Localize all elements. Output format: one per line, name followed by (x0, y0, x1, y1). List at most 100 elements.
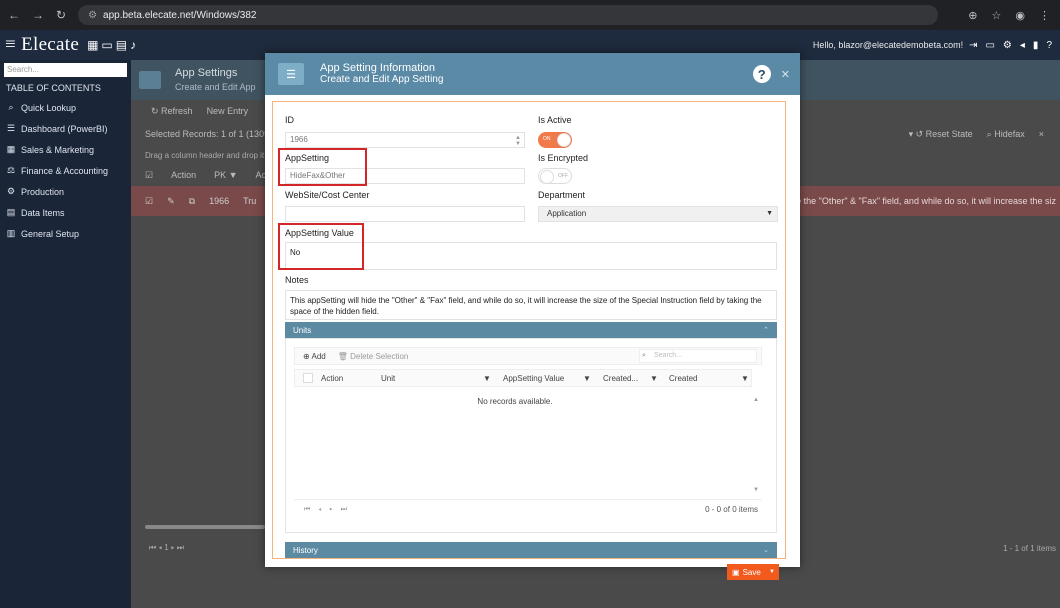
row-checkbox[interactable]: ☑ (145, 196, 153, 207)
edit-icon[interactable]: ✎ (167, 196, 175, 207)
sidebar-item-finance[interactable]: ⚖ Finance & Accounting (0, 160, 131, 181)
back-icon[interactable]: ← (8, 8, 20, 22)
settings-icon[interactable]: ⚙ (1003, 40, 1012, 51)
cogs-icon: ⚙ (6, 186, 16, 196)
scale-icon: ⚖ (6, 165, 16, 175)
add-button[interactable]: ⊕ Add (295, 352, 326, 361)
bookmark-icon[interactable]: ▮ (1033, 40, 1039, 51)
pager-count: 0 - 0 of 0 items (705, 505, 758, 514)
announce-icon[interactable]: ◂ (1020, 40, 1025, 51)
bookmark-star-icon[interactable]: ☆ (992, 9, 1002, 22)
history-section-header[interactable]: History ⌄ (285, 542, 777, 558)
sidebar-item-sales[interactable]: ▦ Sales & Marketing (0, 139, 131, 160)
forward-icon[interactable]: → (32, 8, 44, 22)
grid-icon: ▤ (6, 207, 16, 217)
save-dropdown-icon[interactable]: ▼ (769, 569, 779, 575)
search-icon: ⌕ (8, 102, 14, 112)
pager-controls[interactable]: ⏮ ◂ 1 ▸ ⏭ (149, 543, 184, 553)
scroll-down-icon[interactable]: ▼ (753, 487, 759, 493)
filter-icon[interactable]: ▼ (483, 374, 491, 383)
browser-nav: ← → ↻ (0, 8, 66, 22)
modal-subtitle: Create and Edit App Setting (320, 74, 444, 85)
sidebar-item-dashboard[interactable]: ☰ Dashboard (PowerBI) (0, 118, 131, 139)
logout-icon[interactable]: ⇥ (969, 40, 977, 51)
id-field[interactable]: 1966 (285, 132, 525, 148)
modal-form: ID 1966 ▲ ▼ Is Active ON AppSetting HideF… (272, 101, 786, 559)
notes-field[interactable]: This appSetting will hide the "Other" & … (285, 290, 777, 320)
app-setting-modal: ☰ App Setting Information Create and Edi… (265, 53, 800, 580)
id-stepper[interactable]: ▲ ▼ (515, 135, 521, 147)
close-icon[interactable]: ✕ (781, 68, 790, 81)
col-pk[interactable]: PK ▼ (214, 170, 237, 180)
is-encrypted-label: Is Encrypted (538, 153, 589, 163)
pager-controls[interactable]: ⏮◂▸⏭ (294, 506, 355, 514)
page-title: App Settings (175, 67, 238, 79)
col-action[interactable]: Action (171, 170, 196, 180)
row-notes: will hide the "Other" & "Fax" field, and… (769, 196, 1056, 206)
bank-icon: ▥ (6, 228, 16, 238)
save-icon: ▣ (732, 567, 740, 577)
save-button[interactable]: ▣ Save ▼ (727, 564, 779, 580)
new-entry-button[interactable]: New Entry (207, 106, 249, 116)
sidebar: Search... TABLE OF CONTENTS ⌕ Quick Looku… (0, 60, 131, 608)
filter-icon[interactable]: ▼ (741, 374, 749, 383)
col-created-by[interactable]: Created... (603, 374, 638, 383)
col-created[interactable]: Created (669, 374, 697, 383)
scroll-up-icon[interactable]: ▲ (753, 397, 759, 403)
units-search-input[interactable]: ⌕ Search... (639, 349, 757, 363)
row-id: 1966 (209, 196, 230, 206)
reset-state-button[interactable]: ▾ ↺ Reset State (909, 129, 973, 140)
filter-icon[interactable]: ▼ (650, 374, 658, 383)
website-field[interactable] (285, 206, 525, 222)
zoom-icon[interactable]: ⊕ (968, 9, 977, 22)
vertical-scrollbar[interactable]: ▲ ▼ (753, 387, 763, 497)
clear-search-icon[interactable]: × (1039, 129, 1044, 140)
profile-icon[interactable]: ◉ (1015, 9, 1025, 22)
filter-icon[interactable]: ▼ (583, 374, 591, 383)
app-logo[interactable]: ≡ Elecate (0, 34, 79, 56)
is-encrypted-toggle[interactable]: OFF (538, 168, 572, 184)
sidebar-search-input[interactable]: Search... (4, 63, 127, 77)
sidebar-item-general-setup[interactable]: ▥ General Setup (0, 223, 131, 244)
col-action[interactable]: Action (321, 374, 343, 383)
browser-menu-icon[interactable]: ⋮ (1039, 9, 1050, 22)
chevron-down-icon: ▼ (766, 210, 773, 217)
sidebar-item-data-items[interactable]: ▤ Data Items (0, 202, 131, 223)
select-all-checkbox[interactable] (303, 373, 313, 383)
chevron-down-icon: ⌄ (763, 547, 769, 554)
col-appsetting-value[interactable]: AppSetting Value (503, 374, 564, 383)
pager-count: 1 - 1 of 1 items (1003, 543, 1056, 553)
units-grid-header: Action Unit ▼ AppSetting Value ▼ Created… (294, 369, 752, 387)
help-icon[interactable]: ? (752, 65, 771, 83)
website-label: WebSite/Cost Center (285, 190, 370, 200)
highlight-box (278, 223, 364, 270)
page-subtitle: Create and Edit App (175, 82, 256, 92)
department-select[interactable]: Application ▼ (538, 206, 778, 222)
selected-records: Selected Records: 1 of 1 (1309 (145, 129, 270, 139)
modal-title: App Setting Information (320, 62, 435, 74)
units-section-header[interactable]: Units ⌃ (285, 322, 777, 338)
id-label: ID (285, 115, 294, 125)
sidebar-item-production[interactable]: ⚙ Production (0, 181, 131, 202)
page-header-icon (139, 71, 161, 89)
help-circle-icon[interactable]: ? (1046, 40, 1052, 51)
units-pager: ⏮◂▸⏭ 0 - 0 of 0 items (294, 499, 762, 519)
url-text: app.beta.elecate.net/Windows/382 (103, 9, 257, 21)
browser-bar: ← → ↻ ⚙ app.beta.elecate.net/Windows/382… (0, 0, 1060, 30)
delete-selection-button[interactable]: 🗑 Delete Selection (326, 352, 409, 361)
horizontal-scrollbar[interactable] (145, 525, 265, 529)
sidebar-item-quick-lookup[interactable]: ⌕ Quick Lookup (0, 97, 131, 118)
header-tool-icons[interactable]: ▦▭▤♪ (87, 38, 139, 52)
is-active-toggle[interactable]: ON (538, 132, 572, 148)
copy-icon[interactable]: ⧉ (189, 196, 195, 207)
select-all-checkbox[interactable]: ☑ (145, 170, 153, 181)
site-settings-icon[interactable]: ⚙ (88, 10, 97, 21)
address-bar[interactable]: ⚙ app.beta.elecate.net/Windows/382 (78, 5, 939, 25)
chevron-up-icon: ⌃ (763, 327, 769, 334)
col-unit[interactable]: Unit (381, 374, 395, 383)
reload-icon[interactable]: ↻ (56, 8, 66, 22)
page-search-input[interactable]: ⌕ Hidefax (987, 129, 1025, 140)
header-icons: ⇥ ▭ ⚙ ◂ ▮ ? (969, 40, 1060, 51)
refresh-button[interactable]: ↻ Refresh (151, 106, 193, 117)
window-icon[interactable]: ▭ (985, 40, 994, 51)
